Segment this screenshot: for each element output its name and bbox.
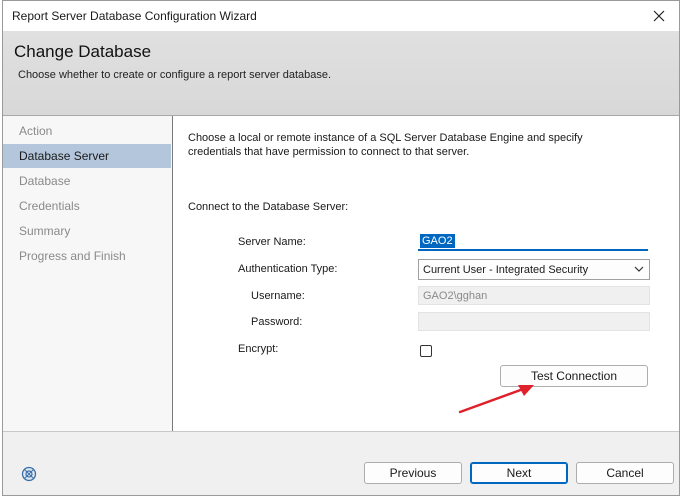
test-connection-button[interactable]: Test Connection xyxy=(500,365,648,387)
step-description: Choose a local or remote instance of a S… xyxy=(188,132,583,158)
step-credentials[interactable]: Credentials xyxy=(3,194,171,218)
encrypt-checkbox[interactable] xyxy=(420,345,432,357)
username-value: GAO2\gghan xyxy=(423,290,488,302)
help-icon[interactable] xyxy=(21,466,37,482)
content-panel: Choose a local or remote instance of a S… xyxy=(173,116,679,431)
step-database-server[interactable]: Database Server xyxy=(3,144,171,168)
next-button[interactable]: Next xyxy=(470,462,568,484)
auth-type-value: Current User - Integrated Security xyxy=(423,264,589,276)
step-action[interactable]: Action xyxy=(3,119,171,143)
page-title: Change Database xyxy=(14,42,152,61)
username-label: Username: xyxy=(251,290,305,302)
password-label: Password: xyxy=(251,316,303,328)
encrypt-label: Encrypt: xyxy=(238,343,279,355)
cancel-button[interactable]: Cancel xyxy=(576,462,674,484)
step-summary[interactable]: Summary xyxy=(3,219,171,243)
step-progress-and-finish[interactable]: Progress and Finish xyxy=(3,244,171,268)
close-button[interactable] xyxy=(639,1,679,31)
server-name-value: GAO2 xyxy=(420,234,455,248)
footer-divider xyxy=(3,431,679,432)
window-title: Report Server Database Configuration Wiz… xyxy=(12,9,257,23)
title-bar: Report Server Database Configuration Wiz… xyxy=(3,1,679,31)
step-database[interactable]: Database xyxy=(3,169,171,193)
server-name-field[interactable]: GAO2 xyxy=(418,233,648,251)
server-name-label: Server Name: xyxy=(238,236,306,248)
auth-type-label: Authentication Type: xyxy=(238,263,338,275)
auth-type-select[interactable]: Current User - Integrated Security xyxy=(418,259,650,280)
username-field[interactable]: GAO2\gghan xyxy=(418,286,650,305)
close-icon xyxy=(653,10,665,22)
password-field[interactable] xyxy=(418,312,650,331)
chevron-down-icon xyxy=(634,266,644,272)
connect-heading: Connect to the Database Server: xyxy=(188,201,349,213)
header-banner: Change Database Choose whether to create… xyxy=(3,31,679,116)
previous-button[interactable]: Previous xyxy=(364,462,462,484)
page-subtitle: Choose whether to create or configure a … xyxy=(18,69,332,81)
wizard-steps-panel: Action Database Server Database Credenti… xyxy=(3,116,173,431)
wizard-window: Report Server Database Configuration Wiz… xyxy=(2,0,680,496)
